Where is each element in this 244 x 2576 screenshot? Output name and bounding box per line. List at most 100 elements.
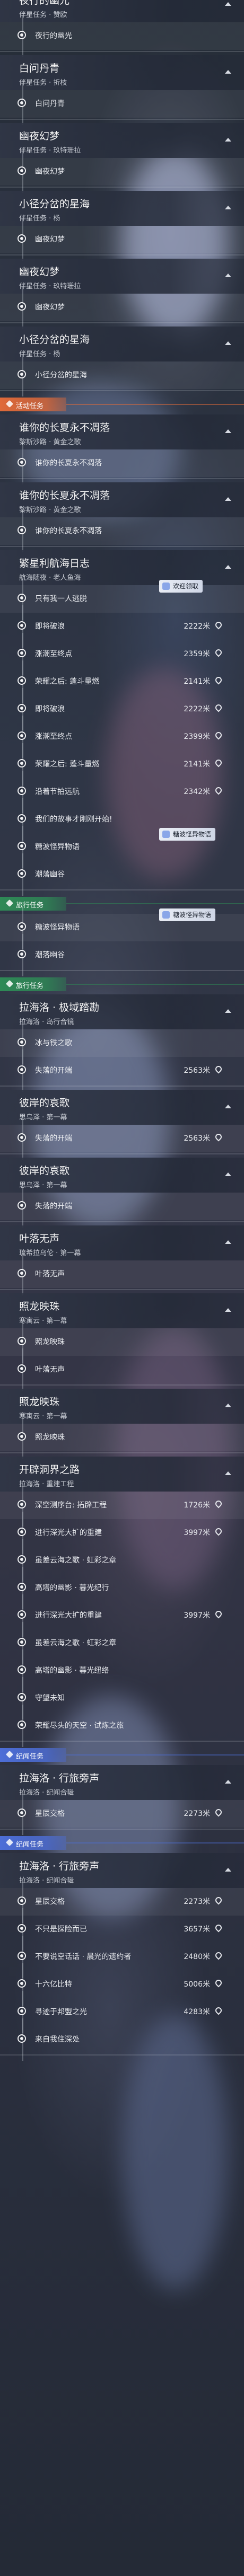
mission-step[interactable]: 冰与铁之歌 (0, 1022, 244, 1064)
collapse-chevron-icon[interactable] (225, 429, 231, 433)
mission-step[interactable]: 白问丹青 (0, 83, 244, 125)
mission-step[interactable]: 守望未知 (0, 1677, 244, 1719)
collapse-chevron-icon[interactable] (225, 497, 231, 501)
mission-step[interactable]: 幽夜幻梦 (0, 286, 244, 329)
collapse-chevron-icon[interactable] (225, 274, 231, 277)
collapse-chevron-icon[interactable] (225, 1009, 231, 1013)
collapse-chevron-icon[interactable] (225, 1404, 231, 1407)
navigate-pin-icon[interactable] (214, 620, 223, 630)
mission-step[interactable]: 谁你的长夏永不凋落 (0, 510, 244, 552)
mission-header[interactable]: 叶落无声 琉希拉乌伦 · 第一幕 (0, 1225, 244, 1260)
collapse-chevron-icon[interactable] (225, 70, 231, 74)
mission-step[interactable]: 不只是探险而已 3657米 (0, 1908, 244, 1951)
collapse-chevron-icon[interactable] (225, 138, 231, 142)
mission-step[interactable]: 虽差云海之歌 · 虹彩之章 (0, 1539, 244, 1582)
mission-step[interactable]: 小径分岔的星海 (0, 354, 244, 396)
mission-step[interactable]: 只有我一人逃脱 欢迎领取 (0, 578, 244, 620)
category-header[interactable]: 纪闻任务 (0, 1836, 244, 1850)
collapse-chevron-icon[interactable] (225, 1172, 231, 1176)
mission-step[interactable]: 涨潮至终点 2359米 (0, 633, 244, 675)
mission-step[interactable]: 荣耀尽头的天空 · 试炼之旅 (0, 1705, 244, 1747)
mission-header[interactable]: 小径分岔的星海 伴星任务 · 杨 (0, 191, 244, 226)
mission-step[interactable]: 荣耀之后: 蓬斗量燃 2141米 (0, 743, 244, 786)
mission-step[interactable]: 潮落幽谷 (0, 853, 244, 896)
navigate-pin-icon[interactable] (214, 1978, 223, 1988)
mission-step[interactable]: 进行深光大扩的重建 3997米 (0, 1594, 244, 1637)
mission-header[interactable]: 小径分岔的星海 伴星任务 · 杨 (0, 327, 244, 361)
collapse-chevron-icon[interactable] (225, 565, 231, 569)
navigate-pin-icon[interactable] (214, 786, 223, 795)
mission-step[interactable]: 不要说空话话 · 晨光的遗约者 2480米 (0, 1936, 244, 1978)
navigate-pin-icon[interactable] (214, 675, 223, 685)
collapse-chevron-icon[interactable] (225, 1308, 231, 1312)
collapse-chevron-icon[interactable] (225, 206, 231, 209)
mission-step[interactable]: 糖波怪异物语 糖波怪异物语 (0, 826, 244, 868)
mission-header[interactable]: 照龙映珠 寒寓云 · 第一幕 (0, 1293, 244, 1328)
collapse-chevron-icon[interactable] (225, 1780, 231, 1784)
mission-step[interactable]: 涨潮至终点 2399米 (0, 716, 244, 758)
mission-step[interactable]: 照龙映珠 (0, 1321, 244, 1363)
mission-step[interactable]: 失落的开端 2563米 (0, 1117, 244, 1160)
mission-step[interactable]: 高塔的幽影 · 暮光纪行 (0, 1567, 244, 1609)
mission-step[interactable]: 幽夜幻梦 (0, 151, 244, 193)
navigate-pin-icon[interactable] (214, 730, 223, 740)
category-header[interactable]: 活动任务 (0, 398, 244, 411)
collapse-chevron-icon[interactable] (225, 1240, 231, 1244)
navigate-pin-icon[interactable] (214, 703, 223, 712)
navigate-pin-icon[interactable] (214, 1527, 223, 1536)
mission-step[interactable]: 十六亿比特 5006米 (0, 1963, 244, 2006)
mission-step[interactable]: 谁你的长夏永不凋落 (0, 442, 244, 484)
mission-step[interactable]: 潮落幽谷 (0, 934, 244, 976)
mission-header[interactable]: 繁星利航海日志 航海随夜 · 老人鱼海 (0, 550, 244, 585)
navigate-pin-icon[interactable] (214, 1951, 223, 1960)
mission-step[interactable]: 照龙映珠 (0, 1416, 244, 1459)
mission-header[interactable]: 白问丹青 伴星任务 · 折枝 (0, 55, 244, 90)
mission-step[interactable]: 寻迹于邦盟之光 4283米 (0, 1991, 244, 2033)
navigate-pin-icon[interactable] (214, 1064, 223, 1074)
mission-step[interactable]: 夜行的幽光 (0, 15, 244, 57)
mission-step[interactable]: 失落的开端 (0, 1185, 244, 1228)
mission-header[interactable]: 彼岸的哀歌 思乌泽 · 第一幕 (0, 1090, 244, 1125)
mission-step[interactable]: 叶落无声 (0, 1253, 244, 1295)
mission-step[interactable]: 即将破浪 2222米 (0, 688, 244, 730)
navigate-pin-icon[interactable] (214, 1609, 223, 1619)
mission-header[interactable]: 拉海洛 · 极域踏勘 拉海洛 · 岛行合镜 (0, 994, 244, 1029)
mission-header[interactable]: 照龙映珠 寒寓云 · 第一幕 (0, 1389, 244, 1424)
navigate-pin-icon[interactable] (214, 2006, 223, 2015)
category-header[interactable]: 纪闻任务 (0, 1748, 244, 1762)
mission-step[interactable]: 来自我住深处 (0, 2018, 244, 2061)
mission-header[interactable]: 拉海洛 · 行旅旁声 拉海洛 · 纪闻合辑 (0, 1853, 244, 1888)
mission-step[interactable]: 虽差云海之歌 · 虹彩之章 (0, 1622, 244, 1664)
collapse-chevron-icon[interactable] (225, 1471, 231, 1475)
navigate-pin-icon[interactable] (214, 1499, 223, 1508)
mission-step[interactable]: 深空测序台: 拓辟工程 1726米 (0, 1484, 244, 1527)
collapse-chevron-icon[interactable] (225, 1868, 231, 1872)
mission-header[interactable]: 拉海洛 · 行旅旁声 拉海洛 · 纪闻合辑 (0, 1765, 244, 1800)
collapse-chevron-icon[interactable] (225, 2, 231, 6)
mission-header[interactable]: 开辟洞界之路 拉海洛 · 重建工程 (0, 1457, 244, 1492)
mission-step[interactable]: 叶落无声 (0, 1348, 244, 1391)
navigate-pin-icon[interactable] (214, 1895, 223, 1905)
navigate-pin-icon[interactable] (214, 1132, 223, 1142)
mission-step[interactable]: 进行深光大扩的重建 3997米 (0, 1512, 244, 1554)
collapse-chevron-icon[interactable] (225, 341, 231, 345)
navigate-pin-icon[interactable] (214, 758, 223, 767)
mission-header[interactable]: 谁你的长夏永不凋落 黎斯沙路 · 黄金之歌 (0, 414, 244, 449)
mission-header[interactable]: 夜行的幽光 伴星任务 · 赞欧 (0, 0, 244, 22)
mission-step[interactable]: 沿着节拍远航 2342米 (0, 771, 244, 813)
navigate-pin-icon[interactable] (214, 1807, 223, 1817)
collapse-chevron-icon[interactable] (225, 1105, 231, 1108)
mission-step[interactable]: 幽夜幻梦 (0, 218, 244, 261)
mission-step[interactable]: 星辰交格 2273米 (0, 1793, 244, 1835)
mission-header[interactable]: 彼岸的哀歌 思乌泽 · 第一幕 (0, 1158, 244, 1193)
mission-step[interactable]: 失落的开端 2563米 (0, 1049, 244, 1092)
mission-header[interactable]: 幽夜幻梦 伴星任务 · 玖特珊拉 (0, 259, 244, 294)
mission-header[interactable]: 谁你的长夏永不凋落 黎斯沙路 · 黄金之歌 (0, 482, 244, 517)
navigate-pin-icon[interactable] (214, 1923, 223, 1933)
category-header[interactable]: 旅行任务 (0, 977, 244, 991)
mission-step[interactable]: 荣耀之后: 蓬斗量燃 2141米 (0, 660, 244, 703)
mission-header[interactable]: 幽夜幻梦 伴星任务 · 玖特珊拉 (0, 123, 244, 158)
mission-step[interactable]: 糖波怪异物语 糖波怪异物语 (0, 906, 244, 949)
mission-step[interactable]: 即将破浪 2222米 (0, 605, 244, 648)
mission-step[interactable]: 星辰交格 2273米 (0, 1881, 244, 1923)
